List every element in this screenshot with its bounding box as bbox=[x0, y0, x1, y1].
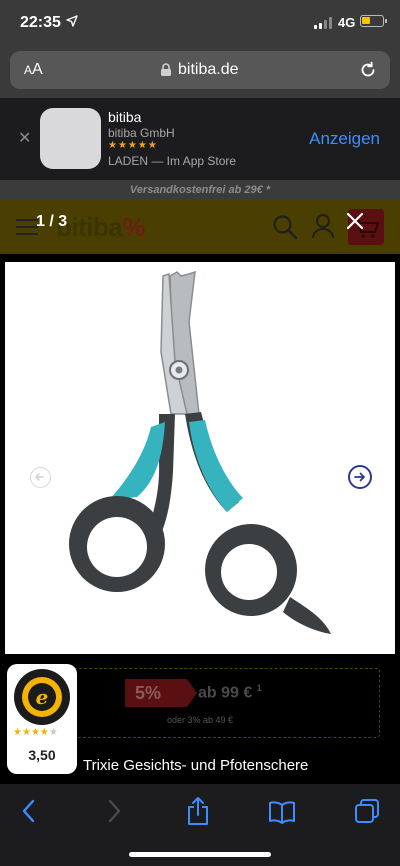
trusted-shops-seal-icon: e bbox=[14, 669, 70, 725]
app-icon bbox=[40, 108, 101, 169]
trusted-shops-stars: ★★★★★ bbox=[13, 727, 58, 738]
app-name: bitiba bbox=[108, 109, 142, 125]
chevron-right-icon[interactable] bbox=[103, 798, 125, 824]
app-rating-stars: ★★★★★ bbox=[108, 140, 158, 151]
network-type: 4G bbox=[338, 15, 356, 30]
share-icon[interactable] bbox=[186, 796, 210, 826]
gallery-caption: Trixie Gesichts- und Pfotenschere bbox=[83, 757, 309, 774]
address-bar-area: AA bitiba.de bbox=[0, 46, 400, 98]
menu-icon[interactable] bbox=[16, 219, 38, 235]
shipping-notice: Versandkostenfrei ab 29€ * bbox=[0, 180, 400, 200]
close-gallery-icon[interactable] bbox=[345, 211, 365, 231]
gallery-image-frame[interactable] bbox=[5, 262, 395, 654]
url-domain: bitiba.de bbox=[178, 61, 239, 78]
status-bar: 22:35 4G bbox=[0, 0, 400, 46]
signal-icon bbox=[314, 17, 334, 29]
svg-text:e: e bbox=[36, 685, 49, 709]
reload-icon[interactable] bbox=[358, 60, 378, 80]
open-app-button[interactable]: Anzeigen bbox=[309, 129, 380, 149]
gallery-counter: 1 / 3 bbox=[36, 213, 68, 230]
arrow-left-icon bbox=[35, 473, 44, 481]
discount-badge: 5% bbox=[125, 679, 197, 707]
previous-image-button[interactable] bbox=[30, 467, 51, 488]
promo-price: ab 99 € 1 bbox=[198, 683, 262, 702]
book-icon[interactable] bbox=[268, 800, 296, 824]
user-icon[interactable] bbox=[311, 213, 335, 239]
chevron-left-icon[interactable] bbox=[18, 798, 40, 824]
home-indicator bbox=[129, 852, 271, 857]
tabs-icon[interactable] bbox=[354, 798, 380, 824]
address-bar[interactable]: AA bitiba.de bbox=[10, 51, 390, 89]
trusted-shops-score: 3,50 bbox=[28, 747, 56, 763]
status-time: 22:35 bbox=[20, 14, 61, 31]
lock-icon bbox=[161, 63, 171, 76]
trusted-shops-badge[interactable]: e ★★★★★ 3,50 bbox=[7, 664, 77, 774]
text-size-button[interactable]: AA bbox=[24, 61, 43, 79]
close-banner-icon[interactable]: ✕ bbox=[18, 128, 31, 148]
browser-toolbar bbox=[0, 784, 400, 866]
promo-subtext: oder 3% ab 49 € bbox=[167, 715, 234, 725]
app-store-text: LADEN — Im App Store bbox=[108, 154, 237, 168]
site-logo[interactable]: bitiba% bbox=[56, 212, 145, 243]
arrow-right-icon bbox=[354, 472, 365, 482]
product-image bbox=[69, 270, 331, 634]
search-icon[interactable] bbox=[272, 214, 298, 240]
app-developer: bitiba GmbH bbox=[108, 126, 175, 140]
battery-icon bbox=[360, 15, 387, 27]
next-image-button[interactable] bbox=[348, 465, 372, 489]
location-arrow-icon bbox=[66, 15, 78, 27]
smart-app-banner: ✕ bitiba bitiba GmbH ★★★★★ LADEN — Im Ap… bbox=[0, 98, 400, 180]
